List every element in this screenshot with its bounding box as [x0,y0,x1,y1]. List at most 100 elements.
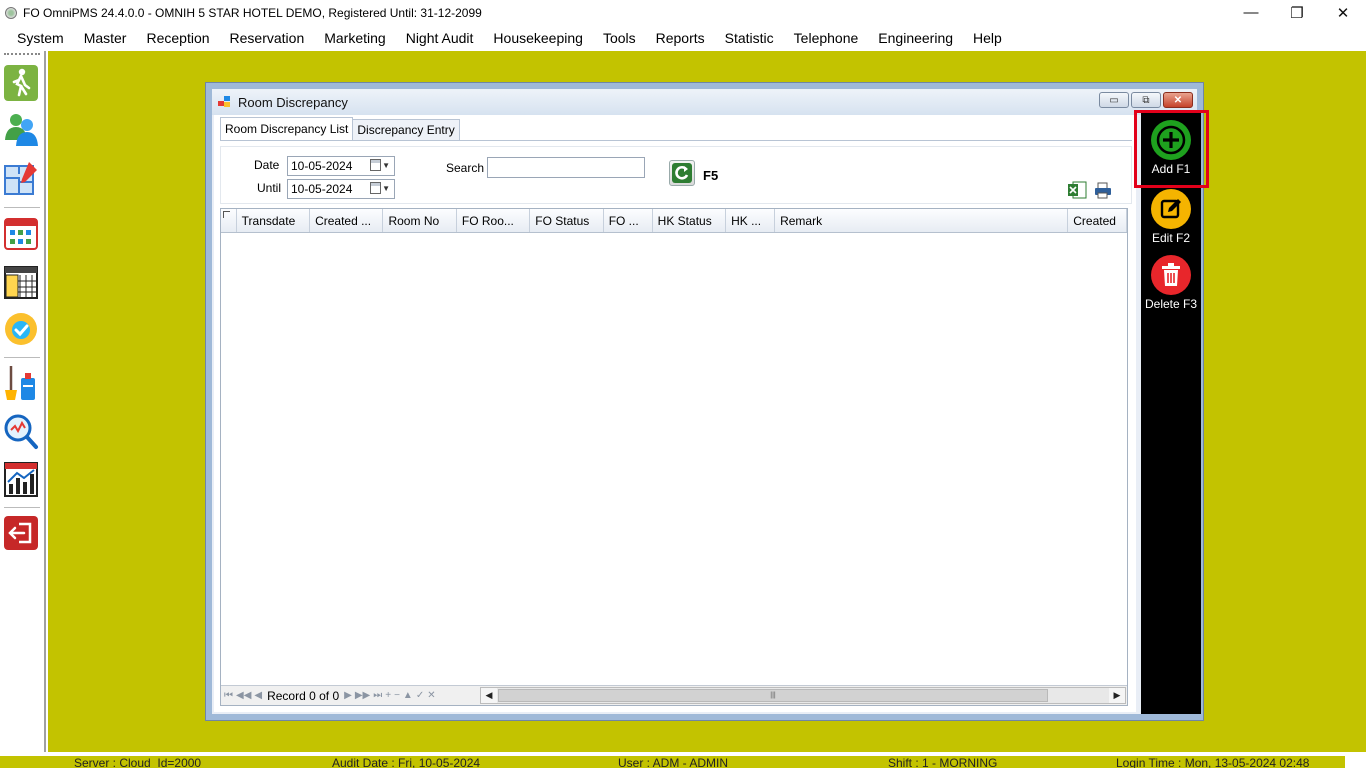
date-picker[interactable]: 10-05-2024 ▼ [287,156,395,176]
room-discrepancy-window: Room Discrepancy ▭ ⧉ ✕ Room Discrepancy … [205,82,1209,721]
column-header[interactable]: Room No [383,209,457,232]
menu-housekeeping[interactable]: Housekeeping [483,30,593,46]
child-minimize-button[interactable]: ▭ [1099,92,1129,108]
action-panel: Add F1 Edit F2 Delete F3 [1141,110,1201,714]
calendar-grid-icon [4,218,38,250]
status-server: Server : Cloud_Id=2000 [74,756,202,768]
floor-plan-icon [4,162,37,195]
column-header[interactable]: Remark [775,209,1069,232]
app-logo-icon [5,6,17,19]
toolbar-separator [4,357,40,358]
next-record-icon[interactable]: ▶ [344,690,352,701]
scroll-right-arrow-icon[interactable]: ▶ [1109,688,1125,703]
menu-reports[interactable]: Reports [646,30,715,46]
refresh-shortcut: F5 [703,168,719,183]
menu-reservation[interactable]: Reservation [220,30,315,46]
first-record-icon[interactable]: ⏮ [224,690,233,701]
child-window-controls: ▭ ⧉ ✕ [1099,92,1193,108]
menu-tools[interactable]: Tools [593,30,646,46]
insert-record-icon[interactable]: + [385,690,391,701]
grid-navigator: ⏮ ◀◀ ◀ Record 0 of 0 ▶ ▶▶ ⏭ + − ▲ ✓ ✕ ◀ … [221,685,1127,705]
column-header[interactable]: Created [1068,209,1127,232]
menu-engineering[interactable]: Engineering [868,30,963,46]
menu-statistic[interactable]: Statistic [715,30,784,46]
floor-plan-button[interactable] [3,159,39,199]
trash-icon [1151,255,1191,295]
calendar-2023-icon [4,266,38,299]
availability-button[interactable] [3,309,39,349]
menu-help[interactable]: Help [963,30,1012,46]
navigator-buttons[interactable]: ⏮ ◀◀ ◀ Record 0 of 0 ▶ ▶▶ ⏭ + − ▲ ✓ ✕ [221,689,436,703]
tab-discrepancy-entry[interactable]: Discrepancy Entry [352,119,460,140]
print-button[interactable] [1093,180,1113,203]
statistics-button[interactable] [3,459,39,499]
column-header[interactable]: Transdate [237,209,311,232]
menu-master[interactable]: Master [74,30,137,46]
date-label: Date [254,158,280,172]
last-record-icon[interactable]: ⏭ [373,690,382,701]
column-header[interactable]: FO Roo... [457,209,531,232]
column-header[interactable]: HK ... [726,209,776,232]
child-close-button[interactable]: ✕ [1163,92,1193,108]
column-header[interactable]: FO ... [604,209,653,232]
toolbar-grip[interactable] [4,53,40,55]
menu-system[interactable]: System [7,30,74,46]
walk-in-button[interactable] [3,63,39,103]
scroll-thumb[interactable]: ||| [498,689,1048,702]
calendar-dropdown-icon[interactable]: ▼ [370,182,390,194]
search-label: Search [446,161,485,175]
scroll-left-arrow-icon[interactable]: ◀ [481,688,497,703]
record-counter: Record 0 of 0 [267,688,340,703]
content-panel: Room Discrepancy List Discrepancy Entry … [214,115,1136,712]
menu-night-audit[interactable]: Night Audit [396,30,484,46]
discrepancy-grid[interactable]: Transdate Created ... Room No FO Roo... … [220,208,1128,706]
child-titlebar: Room Discrepancy ▭ ⧉ ✕ [212,89,1197,115]
calendar-grid-button[interactable] [3,213,39,253]
status-user: User : ADM - ADMIN [618,756,729,768]
calendar-dropdown-icon[interactable]: ▼ [370,159,390,171]
menu-marketing[interactable]: Marketing [314,30,395,46]
previous-record-icon[interactable]: ◀ [254,690,262,701]
tab-strip: Room Discrepancy List Discrepancy Entry [220,117,460,142]
horizontal-scrollbar[interactable]: ◀ ||| ▶ [480,687,1126,704]
guests-button[interactable] [3,109,39,149]
column-header[interactable]: HK Status [653,209,727,232]
tab-room-discrepancy-list[interactable]: Room Discrepancy List [220,117,354,140]
guests-icon [5,114,38,146]
column-header[interactable]: FO Status [530,209,604,232]
until-label: Until [257,181,282,195]
menu-telephone[interactable]: Telephone [784,30,869,46]
minimize-button[interactable]: — [1228,0,1274,25]
refresh-button[interactable] [669,160,695,186]
menu-reception[interactable]: Reception [136,30,219,46]
edit-button[interactable]: Edit F2 [1141,189,1201,245]
search-input[interactable] [487,157,645,178]
until-date-picker[interactable]: 10-05-2024 ▼ [287,179,395,199]
toolbar-separator [4,507,40,508]
calendar-2023-button[interactable] [3,261,39,301]
edit-icon [1151,189,1191,229]
edit-label: Edit F2 [1151,231,1190,245]
grid-corner[interactable] [221,209,237,232]
filter-panel: Date 10-05-2024 ▼ Until 10-05-2024 ▼ Sea… [220,146,1132,204]
column-header[interactable]: Created ... [310,209,384,232]
restore-button[interactable]: ❐ [1274,0,1320,25]
post-record-icon[interactable]: ✓ [416,690,424,701]
next-page-icon[interactable]: ▶▶ [355,690,370,701]
delete-label: Delete F3 [1144,297,1198,311]
date-value: 10-05-2024 [291,159,353,173]
close-button[interactable]: ✕ [1320,0,1366,25]
child-restore-button[interactable]: ⧉ [1131,92,1161,108]
window-title: FO OmniPMS 24.4.0.0 - OMNIH 5 STAR HOTEL… [23,5,482,20]
app-titlebar: FO OmniPMS 24.4.0.0 - OMNIH 5 STAR HOTEL… [0,0,1366,25]
cancel-record-icon[interactable]: ✕ [427,690,435,701]
previous-page-icon[interactable]: ◀◀ [236,690,251,701]
export-excel-button[interactable] [1067,180,1087,203]
edit-record-icon[interactable]: ▲ [403,690,413,701]
delete-record-icon[interactable]: − [394,690,400,701]
delete-button[interactable]: Delete F3 [1141,255,1201,311]
housekeeping-button[interactable] [3,363,39,403]
exit-button[interactable] [3,513,39,553]
analysis-button[interactable] [3,411,39,451]
form-icon [218,96,232,108]
